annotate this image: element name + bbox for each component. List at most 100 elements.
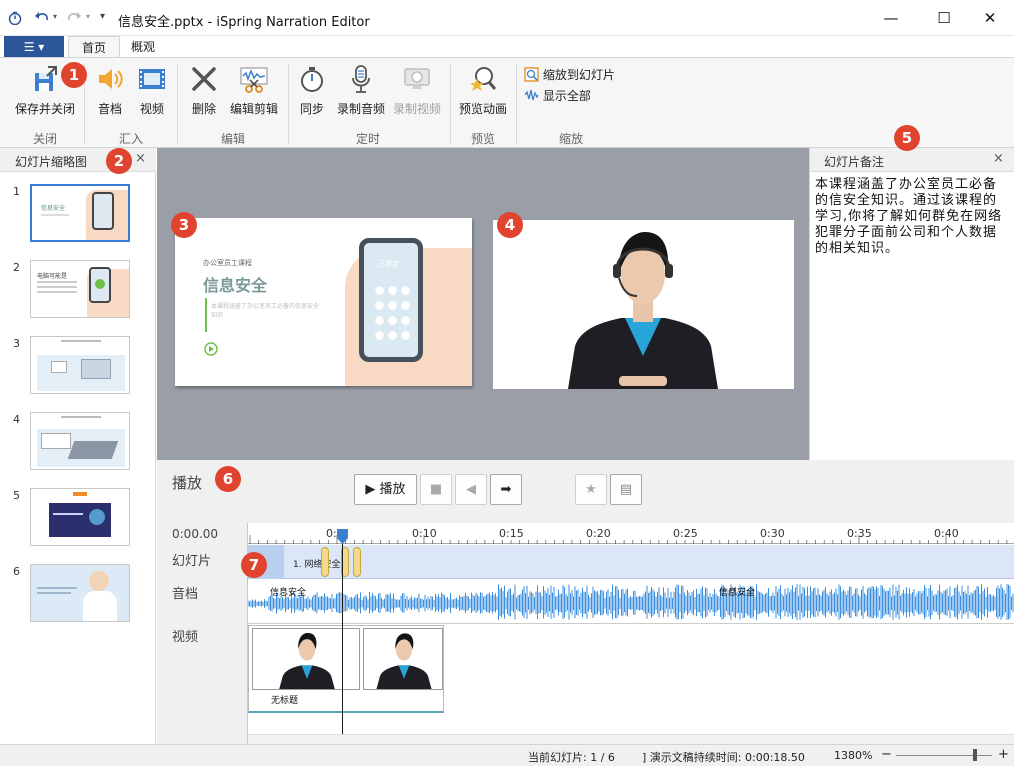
video-clip-label: 无标题: [271, 696, 299, 706]
delete-button[interactable]: 删除: [186, 64, 222, 120]
film-icon: [139, 69, 165, 89]
thumbnail-play-icon: [95, 279, 105, 289]
import-video-button[interactable]: 视频: [134, 64, 170, 120]
ribbon-separator: [288, 64, 289, 144]
previous-button[interactable]: ◀: [455, 474, 487, 505]
ribbon: 保存并关闭 音档 视频 删除 编辑剪辑 同步 录制音频 录制视频 预览动画 缩放…: [0, 57, 1014, 148]
time-ruler[interactable]: [248, 523, 1014, 544]
sync-button[interactable]: 同步: [296, 64, 328, 120]
thumbnails-header: 幻灯片缩略图 ×: [0, 148, 156, 172]
zoom-to-slide-label: 缩放到幻灯片: [542, 68, 615, 82]
stop-button[interactable]: ■: [420, 474, 452, 505]
tab-home[interactable]: 首页: [68, 36, 121, 58]
tick-label: 0:35: [847, 527, 872, 540]
audio-clip-label[interactable]: 信息安全: [270, 585, 306, 598]
group-label-timing: 定时: [355, 132, 380, 146]
zoom-to-slide-button[interactable]: 缩放到幻灯片: [524, 66, 615, 83]
tab-overview[interactable]: 概观: [118, 36, 168, 58]
close-window-button[interactable]: ✕: [975, 6, 1005, 30]
edit-clip-button[interactable]: 编辑剪辑: [226, 64, 282, 120]
zoom-in-button[interactable]: +: [998, 747, 1009, 762]
maximize-button[interactable]: ☐: [929, 6, 959, 30]
thumbnails-close-button[interactable]: ×: [135, 151, 146, 166]
timeline[interactable]: 0:0 0:10 0:15 0:20 0:25 0:30 0:35 0:40 1…: [247, 523, 1014, 744]
thumbnail-caption: 信息安全: [41, 205, 66, 212]
video-clip[interactable]: 无标题: [248, 625, 444, 713]
window-title: 信息安全.pptx - iSpring Narration Editor: [118, 15, 370, 30]
callout-badge-2: 2: [106, 148, 132, 174]
animation-marker[interactable]: [321, 547, 329, 577]
thumbnail-number: 4: [13, 413, 20, 426]
phone-lock-label: 已锁定: [378, 260, 399, 268]
thumbnail-slide-4[interactable]: [30, 412, 130, 470]
thumbnail-glow: [89, 509, 105, 525]
audio-clip-label[interactable]: 信息安全: [719, 585, 755, 598]
thumbnail-line: [37, 592, 71, 594]
audio-track[interactable]: [248, 580, 1014, 624]
show-all-label: 显示全部: [542, 89, 591, 103]
presenter-thumbnail: [279, 633, 335, 689]
row-label-slides: 幻灯片: [172, 554, 212, 569]
playhead-line[interactable]: [342, 529, 343, 734]
redo-dropdown-icon[interactable]: ▾: [86, 12, 90, 21]
ribbon-separator: [177, 64, 178, 144]
notes-close-button[interactable]: ×: [993, 151, 1004, 166]
animation-marker[interactable]: [353, 547, 361, 577]
thumbnail-line: [37, 587, 77, 589]
preview-animation-button[interactable]: 预览动画: [456, 64, 510, 120]
webcam-icon: [404, 68, 430, 89]
frame-button[interactable]: ▤: [610, 474, 642, 505]
status-bar: 当前幻灯片: 1 / 6 ] 演示文稿持续时间: 0:00:18.50 1380…: [0, 744, 1014, 766]
file-menu-button[interactable]: ☰ ▾: [4, 36, 64, 58]
thumbnail-screen: [51, 361, 67, 373]
thumbnail-person-head: [89, 571, 109, 591]
current-slide-preview[interactable]: 办公室员工课程 信息安全 本课程涵盖了办公室员工必备的信息安全知识 已锁定: [175, 218, 472, 386]
callout-badge-3: 3: [171, 212, 197, 238]
undo-icon[interactable]: [34, 10, 50, 26]
thumbnail-number: 1: [13, 185, 20, 198]
thumbnail-slide-5[interactable]: [30, 488, 130, 546]
edit-clip-scissors-icon: [240, 67, 268, 93]
slides-track[interactable]: [248, 545, 1014, 579]
slide-play-icon: [204, 342, 218, 356]
timeline-scrollbar[interactable]: [248, 734, 1014, 744]
next-button[interactable]: ➡: [490, 474, 522, 505]
callout-badge-5: 5: [894, 125, 920, 151]
presenter-video-frame: [568, 232, 718, 389]
zoom-slider-thumb[interactable]: [973, 749, 977, 761]
record-audio-button[interactable]: 录制音频: [334, 64, 388, 120]
zoom-out-button[interactable]: −: [881, 747, 892, 762]
slide-notes-panel: 幻灯片备注 × 本课程涵盖了办公室员工必备的信安全知识。通过该课程的学习,你将了…: [809, 148, 1014, 460]
import-audio-button[interactable]: 音档: [92, 64, 128, 120]
zoom-slider-track[interactable]: [896, 755, 992, 756]
thumbnail-slide-2[interactable]: 电脑可能是: [30, 260, 130, 318]
ribbon-tabs: ☰ ▾ 首页 概观: [0, 36, 1014, 58]
webcam-video-preview[interactable]: [493, 220, 794, 389]
thumbnail-slide-6[interactable]: [30, 564, 130, 622]
thumbnail-line: [61, 340, 101, 342]
show-all-button[interactable]: 显示全部: [524, 87, 591, 104]
video-label: 视频: [139, 102, 164, 116]
play-button[interactable]: ▶ 播放: [354, 474, 417, 505]
notes-title: 幻灯片备注: [824, 155, 885, 169]
notes-text[interactable]: 本课程涵盖了办公室员工必备的信安全知识。通过该课程的学习,你将了解如何群免在网络…: [815, 177, 1009, 257]
row-label-audio: 音档: [172, 587, 199, 602]
slide-clip-label[interactable]: 1. 网络安全: [293, 557, 340, 570]
audio-label: 音档: [97, 102, 122, 116]
current-time: 0:00.00: [172, 527, 219, 541]
playhead-handle-icon[interactable]: [336, 529, 349, 545]
minimize-button[interactable]: —: [876, 6, 906, 30]
thumbnail-monitor: [81, 359, 111, 379]
thumbnail-slide-1[interactable]: 信息安全: [30, 184, 130, 242]
thumbnail-slide-3[interactable]: [30, 336, 130, 394]
record-audio-label: 录制音频: [336, 102, 385, 116]
undo-dropdown-icon[interactable]: ▾: [53, 12, 57, 21]
redo-icon[interactable]: [66, 10, 82, 26]
group-label-close: 关闭: [32, 132, 57, 146]
group-label-edit: 编辑: [220, 132, 245, 146]
record-video-button[interactable]: 录制视频: [390, 64, 444, 120]
star-button[interactable]: ★: [575, 474, 607, 505]
thumbnail-line: [61, 416, 101, 418]
customize-quick-access-icon[interactable]: ▾: [100, 11, 105, 22]
tick-label: 0:20: [586, 527, 611, 540]
